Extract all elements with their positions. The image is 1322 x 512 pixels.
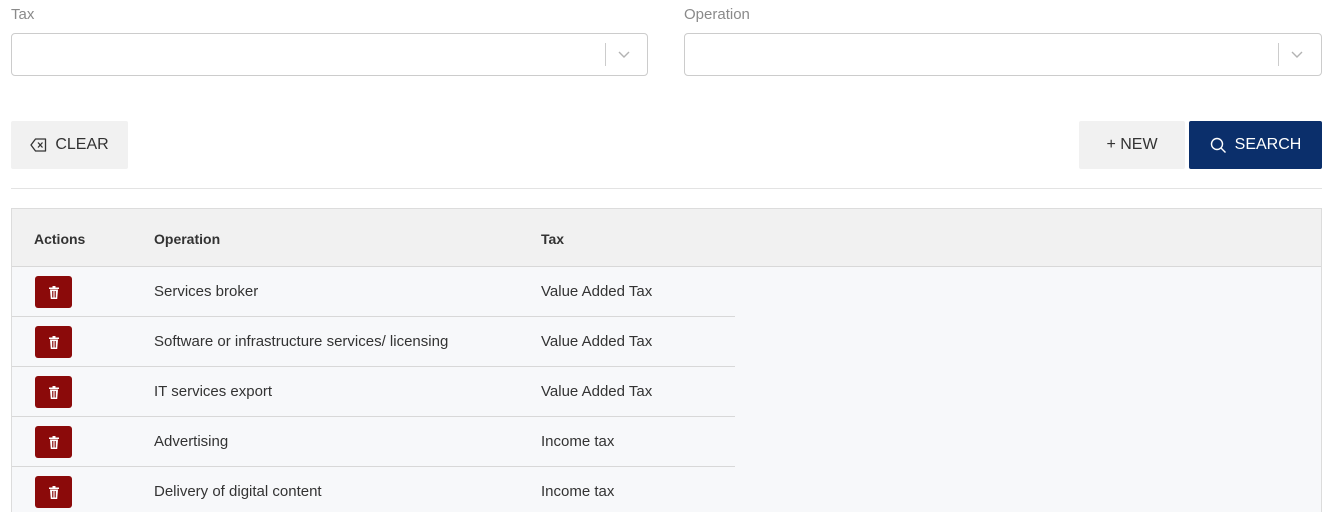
divider	[11, 188, 1322, 189]
trash-icon	[48, 285, 59, 299]
chevron-down-icon[interactable]	[616, 46, 632, 62]
operation-cell: Delivery of digital content	[154, 483, 322, 500]
operation-cell: Advertising	[154, 433, 229, 450]
search-icon	[1210, 137, 1226, 153]
backspace-icon	[30, 138, 47, 152]
column-header-actions: Actions	[34, 231, 86, 247]
search-button-label: SEARCH	[1234, 136, 1302, 153]
table-row: Software or infrastructure services/ lic…	[12, 317, 735, 367]
delete-button[interactable]	[35, 276, 72, 308]
table-row: Services broker Value Added Tax	[12, 267, 735, 317]
tax-cell: Income tax	[541, 483, 615, 500]
delete-button[interactable]	[35, 326, 72, 358]
tax-select[interactable]	[11, 33, 648, 76]
operation-cell: IT services export	[154, 383, 273, 400]
operation-filter-label: Operation	[684, 6, 750, 23]
tax-cell: Value Added Tax	[541, 333, 653, 350]
tax-cell: Income tax	[541, 433, 615, 450]
delete-button[interactable]	[35, 376, 72, 408]
clear-button-label: CLEAR	[55, 136, 109, 153]
table-row: Advertising Income tax	[12, 417, 735, 467]
new-button[interactable]: + NEW	[1079, 121, 1185, 169]
select-separator	[605, 43, 606, 66]
trash-icon	[48, 335, 59, 349]
tax-filter-label: Tax	[11, 6, 35, 23]
tax-cell: Value Added Tax	[541, 383, 653, 400]
operation-select[interactable]	[684, 33, 1322, 76]
operation-cell: Services broker	[154, 283, 259, 300]
tax-cell: Value Added Tax	[541, 283, 653, 300]
delete-button[interactable]	[35, 476, 72, 508]
trash-icon	[48, 385, 59, 399]
new-button-label: + NEW	[1106, 136, 1158, 153]
page: Tax Operation CLEAR + NEW SEARCH Actions…	[0, 0, 1322, 512]
delete-button[interactable]	[35, 426, 72, 458]
trash-icon	[48, 435, 59, 449]
table-row: IT services export Value Added Tax	[12, 367, 735, 417]
results-table: Actions Operation Tax Services broker Va…	[11, 208, 1322, 512]
chevron-down-icon[interactable]	[1289, 46, 1305, 62]
search-button[interactable]: SEARCH	[1189, 121, 1322, 169]
column-header-tax[interactable]: Tax	[541, 231, 564, 247]
clear-button[interactable]: CLEAR	[11, 121, 128, 169]
table-row: Delivery of digital content Income tax	[12, 467, 735, 512]
table-header: Actions Operation Tax	[12, 209, 1321, 267]
column-header-operation[interactable]: Operation	[154, 231, 220, 247]
trash-icon	[48, 485, 59, 499]
select-separator	[1278, 43, 1279, 66]
operation-cell: Software or infrastructure services/ lic…	[154, 333, 449, 350]
